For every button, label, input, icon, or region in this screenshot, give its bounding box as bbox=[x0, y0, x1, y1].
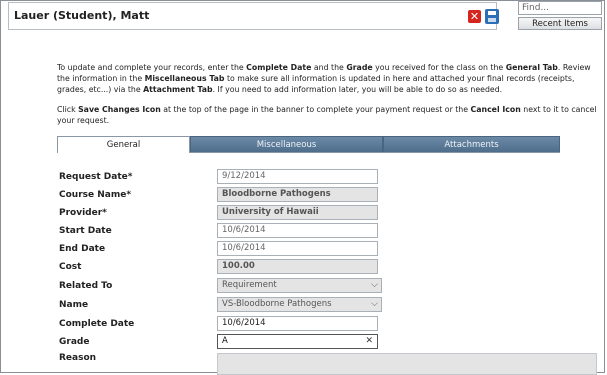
recent-items-button[interactable]: Recent Items bbox=[518, 17, 602, 30]
tab-miscellaneous[interactable]: Miscellaneous bbox=[190, 136, 383, 153]
grade-label: Grade bbox=[59, 337, 90, 347]
related-to-label: Related To bbox=[59, 281, 113, 291]
cancel-x-icon[interactable]: ✕ bbox=[468, 10, 481, 23]
tab-attachments[interactable]: Attachments bbox=[383, 136, 560, 153]
related-to-value: Requirement bbox=[222, 280, 277, 290]
provider-field: University of Hawaii bbox=[217, 205, 378, 220]
request-date-label: Request Date* bbox=[59, 172, 133, 182]
name-label: Name bbox=[59, 300, 89, 310]
instructions-paragraph-2: Click Save Changes Icon at the top of th… bbox=[57, 105, 597, 125]
instructions-text: To update and complete your records, ent… bbox=[57, 62, 597, 135]
floppy-disk-icon[interactable] bbox=[485, 9, 499, 24]
name-select[interactable]: VS-Bloodborne Pathogens ⌵ bbox=[217, 297, 382, 312]
tab-bar: General Miscellaneous Attachments bbox=[57, 136, 560, 153]
complete-date-label: Complete Date bbox=[59, 319, 135, 329]
chevron-down-icon[interactable]: ⌵ bbox=[371, 279, 378, 292]
course-name-field: Bloodborne Pathogens bbox=[217, 187, 378, 202]
start-date-label: Start Date bbox=[59, 226, 112, 236]
end-date-field[interactable]: 10/6/2014 bbox=[217, 241, 378, 256]
end-date-label: End Date bbox=[59, 244, 106, 254]
course-name-label: Course Name* bbox=[59, 190, 132, 200]
chevron-down-icon[interactable]: ⌵ bbox=[371, 298, 378, 311]
reason-label: Reason bbox=[59, 353, 97, 363]
header-banner: Lauer (Student), Matt ✕ bbox=[8, 2, 499, 30]
instructions-paragraph-1: To update and complete your records, ent… bbox=[57, 63, 591, 94]
provider-label: Provider* bbox=[59, 208, 107, 218]
complete-date-field[interactable]: 10/6/2014 bbox=[217, 316, 378, 331]
reason-textarea[interactable] bbox=[217, 353, 597, 375]
page-title: Lauer (Student), Matt bbox=[14, 9, 150, 22]
related-to-select[interactable]: Requirement ⌵ bbox=[217, 278, 382, 293]
search-input[interactable] bbox=[518, 1, 602, 15]
grade-input[interactable]: A ✕ bbox=[217, 334, 378, 349]
request-date-field[interactable]: 9/12/2014 bbox=[217, 169, 378, 184]
grade-value: A bbox=[222, 336, 228, 346]
cost-field: 100.00 bbox=[217, 259, 378, 274]
tab-general[interactable]: General bbox=[57, 136, 190, 153]
cost-label: Cost bbox=[59, 262, 82, 272]
start-date-field[interactable]: 10/6/2014 bbox=[217, 223, 378, 238]
name-value: VS-Bloodborne Pathogens bbox=[222, 299, 332, 309]
clear-icon[interactable]: ✕ bbox=[365, 335, 373, 348]
tab-divider bbox=[190, 152, 560, 153]
